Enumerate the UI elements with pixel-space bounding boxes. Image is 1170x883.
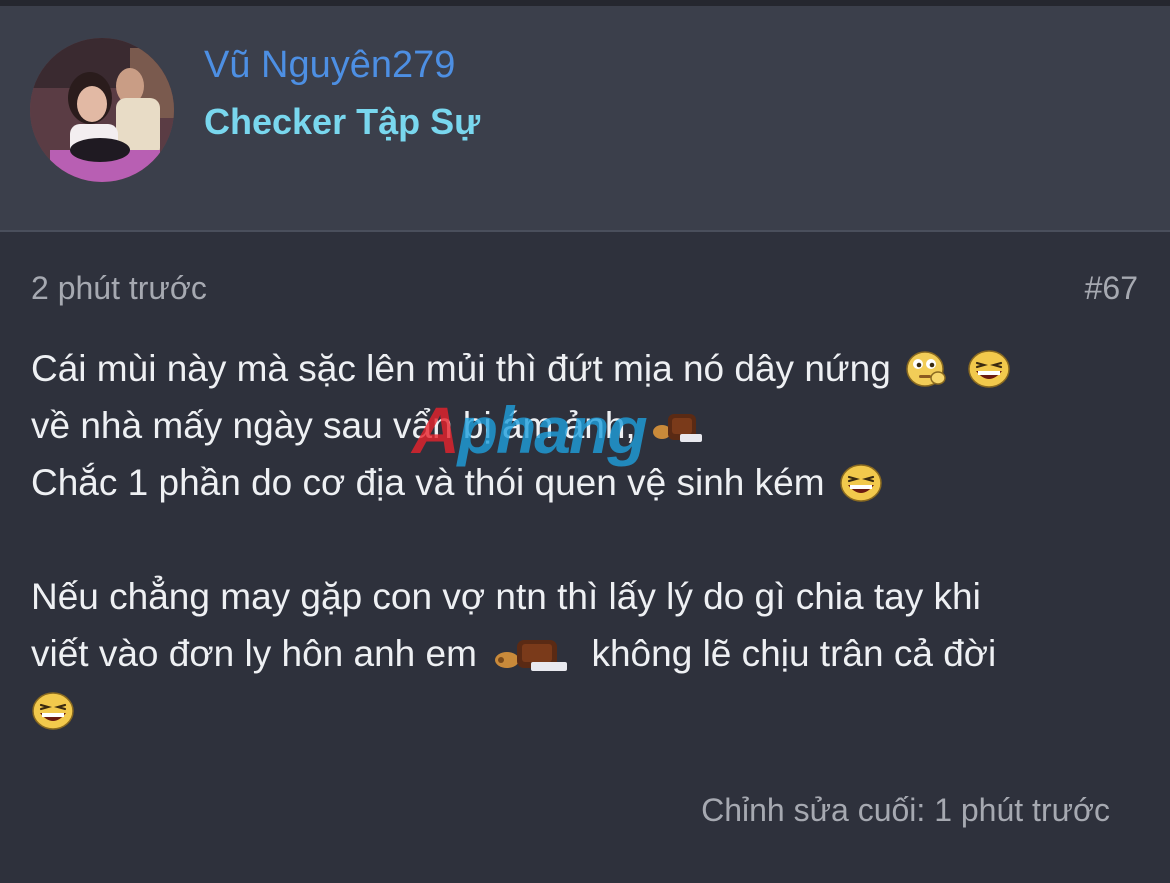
post-number[interactable]: #67	[1085, 268, 1138, 308]
message-text: về nhà mấy ngày sau vẩn bị ám ảnh,	[31, 405, 636, 446]
post-message: Cái mùi này mà sặc lên mủi thì đứt mịa n…	[31, 340, 1141, 739]
author-panel: Vũ Nguyên279 Checker Tập Sự	[0, 6, 1170, 232]
bear-smiley-icon	[650, 406, 702, 446]
laughing-smiley-icon	[967, 349, 1011, 389]
laughing-smiley-icon	[31, 691, 75, 731]
laughing-smiley-icon	[839, 463, 883, 503]
message-line: viết vào đơn ly hôn anh em không lẽ chịu…	[31, 625, 1141, 682]
message-line: về nhà mấy ngày sau vẩn bị ám ảnh,	[31, 397, 1141, 454]
message-text: Cái mùi này mà sặc lên mủi thì đứt mịa n…	[31, 348, 891, 389]
avatar[interactable]	[30, 38, 174, 182]
message-line: Chắc 1 phần do cơ địa và thói quen vệ si…	[31, 454, 1141, 511]
author-title: Checker Tập Sự	[204, 101, 481, 142]
bear-smiley-icon	[491, 634, 577, 674]
post-time[interactable]: 2 phút trước	[31, 268, 207, 308]
message-line: Cái mùi này mà sặc lên mủi thì đứt mịa n…	[31, 340, 1141, 397]
avatar-photo	[30, 38, 174, 182]
message-text: Chắc 1 phần do cơ địa và thói quen vệ si…	[31, 462, 825, 503]
message-text: không lẽ chịu trân cả đời	[591, 633, 997, 674]
message-line	[31, 682, 1141, 739]
post-body: 2 phút trước #67 Cái mùi này mà sặc lên …	[0, 232, 1170, 883]
message-text: viết vào đơn ly hôn anh em	[31, 633, 477, 674]
message-line: Nếu chẳng may gặp con vợ ntn thì lấy lý …	[31, 568, 1141, 625]
author-username[interactable]: Vũ Nguyên279	[204, 42, 455, 88]
last-edited-note: Chỉnh sửa cuối: 1 phút trước	[701, 792, 1110, 828]
message-text: Nếu chẳng may gặp con vợ ntn thì lấy lý …	[31, 576, 981, 617]
thinking-smiley-icon	[905, 349, 949, 389]
